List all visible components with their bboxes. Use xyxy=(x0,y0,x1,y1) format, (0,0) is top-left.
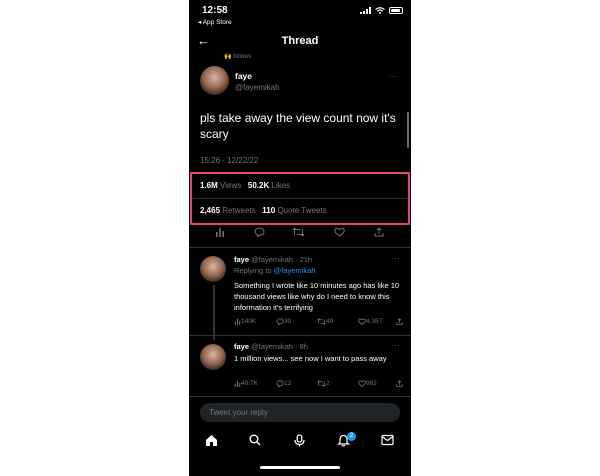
reply-icon[interactable] xyxy=(254,227,265,237)
like-heart-icon xyxy=(358,318,366,325)
avatar[interactable] xyxy=(200,256,226,282)
divider xyxy=(189,396,411,397)
share-icon xyxy=(396,318,403,325)
replying-to-handle-link[interactable]: @fayemikah xyxy=(274,266,316,275)
reply-icon xyxy=(276,380,284,388)
social-context: 🙌 follows xyxy=(224,54,252,60)
analytics-icon[interactable] xyxy=(215,227,225,237)
reply-views-count: 140K xyxy=(241,318,257,325)
divider xyxy=(189,335,411,336)
reply-actions: 40.7K 12 2 982 xyxy=(234,380,404,390)
phone-screen: 12:58 ◂ App Store ← Thread 🙌 follows fay… xyxy=(189,0,411,476)
reply-replies-count: 30 xyxy=(284,318,292,325)
thread-header: ← Thread xyxy=(189,30,411,54)
author-name[interactable]: faye xyxy=(235,71,252,81)
reply-text: 1 million views... see now I want to pas… xyxy=(234,354,387,363)
divider xyxy=(189,247,411,248)
retweet-icon xyxy=(317,318,326,325)
reply-handle-time[interactable]: @fayemikah · 8h xyxy=(251,342,308,351)
reply-replies[interactable]: 12 xyxy=(276,380,291,388)
more-options-icon[interactable]: ··· xyxy=(391,254,401,263)
reply-views[interactable]: 40.7K xyxy=(234,380,258,388)
reply-share[interactable] xyxy=(396,318,403,326)
like-heart-icon[interactable] xyxy=(334,227,345,237)
reply-header: faye @fayemikah · 21h xyxy=(234,255,312,264)
reply-likes[interactable]: 4,387 xyxy=(358,318,382,326)
reply-views[interactable]: 140K xyxy=(234,318,256,326)
reply-likes-count: 4,387 xyxy=(366,318,383,325)
share-icon xyxy=(396,380,403,387)
reply-likes-count: 982 xyxy=(366,380,377,387)
like-heart-icon xyxy=(358,380,366,387)
notification-count-badge: 2 xyxy=(347,432,356,441)
reply-actions: 140K 30 49 4,387 xyxy=(234,318,404,328)
reply-handle-time[interactable]: @fayemikah · 21h xyxy=(251,255,312,264)
avatar[interactable] xyxy=(200,344,226,370)
reply-author-name[interactable]: faye xyxy=(234,342,249,351)
signal-icon xyxy=(360,7,371,14)
reply-retweets[interactable]: 2 xyxy=(317,380,330,388)
spaces-icon[interactable] xyxy=(293,434,306,447)
reply-replies[interactable]: 30 xyxy=(276,318,291,326)
reply-views-count: 40.7K xyxy=(241,380,258,387)
stats-highlight-box xyxy=(190,172,410,225)
reply-retweets-count: 2 xyxy=(326,380,330,387)
status-bar: 12:58 ◂ App Store xyxy=(189,0,411,30)
analytics-icon xyxy=(234,318,241,325)
bottom-tab-bar xyxy=(189,428,411,458)
status-time: 12:58 xyxy=(202,5,228,16)
reply-icon xyxy=(276,318,284,326)
reply-header: faye @fayemikah · 8h xyxy=(234,342,308,351)
reply-replies-count: 12 xyxy=(284,380,292,387)
reply-compose-input[interactable]: Tweet your reply xyxy=(200,403,400,422)
scrollbar[interactable] xyxy=(407,112,409,148)
more-options-icon[interactable]: ··· xyxy=(391,341,401,350)
battery-icon xyxy=(389,7,403,14)
reply-retweets[interactable]: 49 xyxy=(317,318,333,326)
search-icon[interactable] xyxy=(249,434,261,446)
replying-to: Replying to @fayemikah xyxy=(234,266,315,275)
back-to-app-store-link[interactable]: ◂ App Store xyxy=(198,18,232,26)
reply-likes[interactable]: 982 xyxy=(358,380,377,388)
replying-to-prefix: Replying to xyxy=(234,266,272,275)
home-icon[interactable] xyxy=(205,434,218,447)
reply-author-name[interactable]: faye xyxy=(234,255,249,264)
reply-retweets-count: 49 xyxy=(326,318,334,325)
author-handle[interactable]: @fayemikah xyxy=(235,83,280,92)
share-icon[interactable] xyxy=(374,227,384,237)
retweet-icon xyxy=(317,380,326,387)
tweet-timestamp: 15:26 · 12/22/22 xyxy=(200,156,259,165)
analytics-icon xyxy=(234,380,241,387)
wifi-icon xyxy=(375,7,385,14)
reply-text: Something I wrote like 10 minutes ago ha… xyxy=(234,281,400,312)
page-title: Thread xyxy=(281,35,319,47)
more-options-icon[interactable]: ··· xyxy=(389,72,399,81)
home-indicator[interactable] xyxy=(260,466,340,469)
messages-envelope-icon[interactable] xyxy=(381,434,394,446)
reply-share[interactable] xyxy=(396,380,403,388)
retweet-icon[interactable] xyxy=(292,227,305,237)
tweet-text: pls take away the view count now it's sc… xyxy=(200,111,396,141)
tweet-actions xyxy=(189,227,411,243)
avatar[interactable] xyxy=(200,66,229,95)
status-icons xyxy=(360,7,403,14)
thread-connector-line xyxy=(213,285,215,340)
